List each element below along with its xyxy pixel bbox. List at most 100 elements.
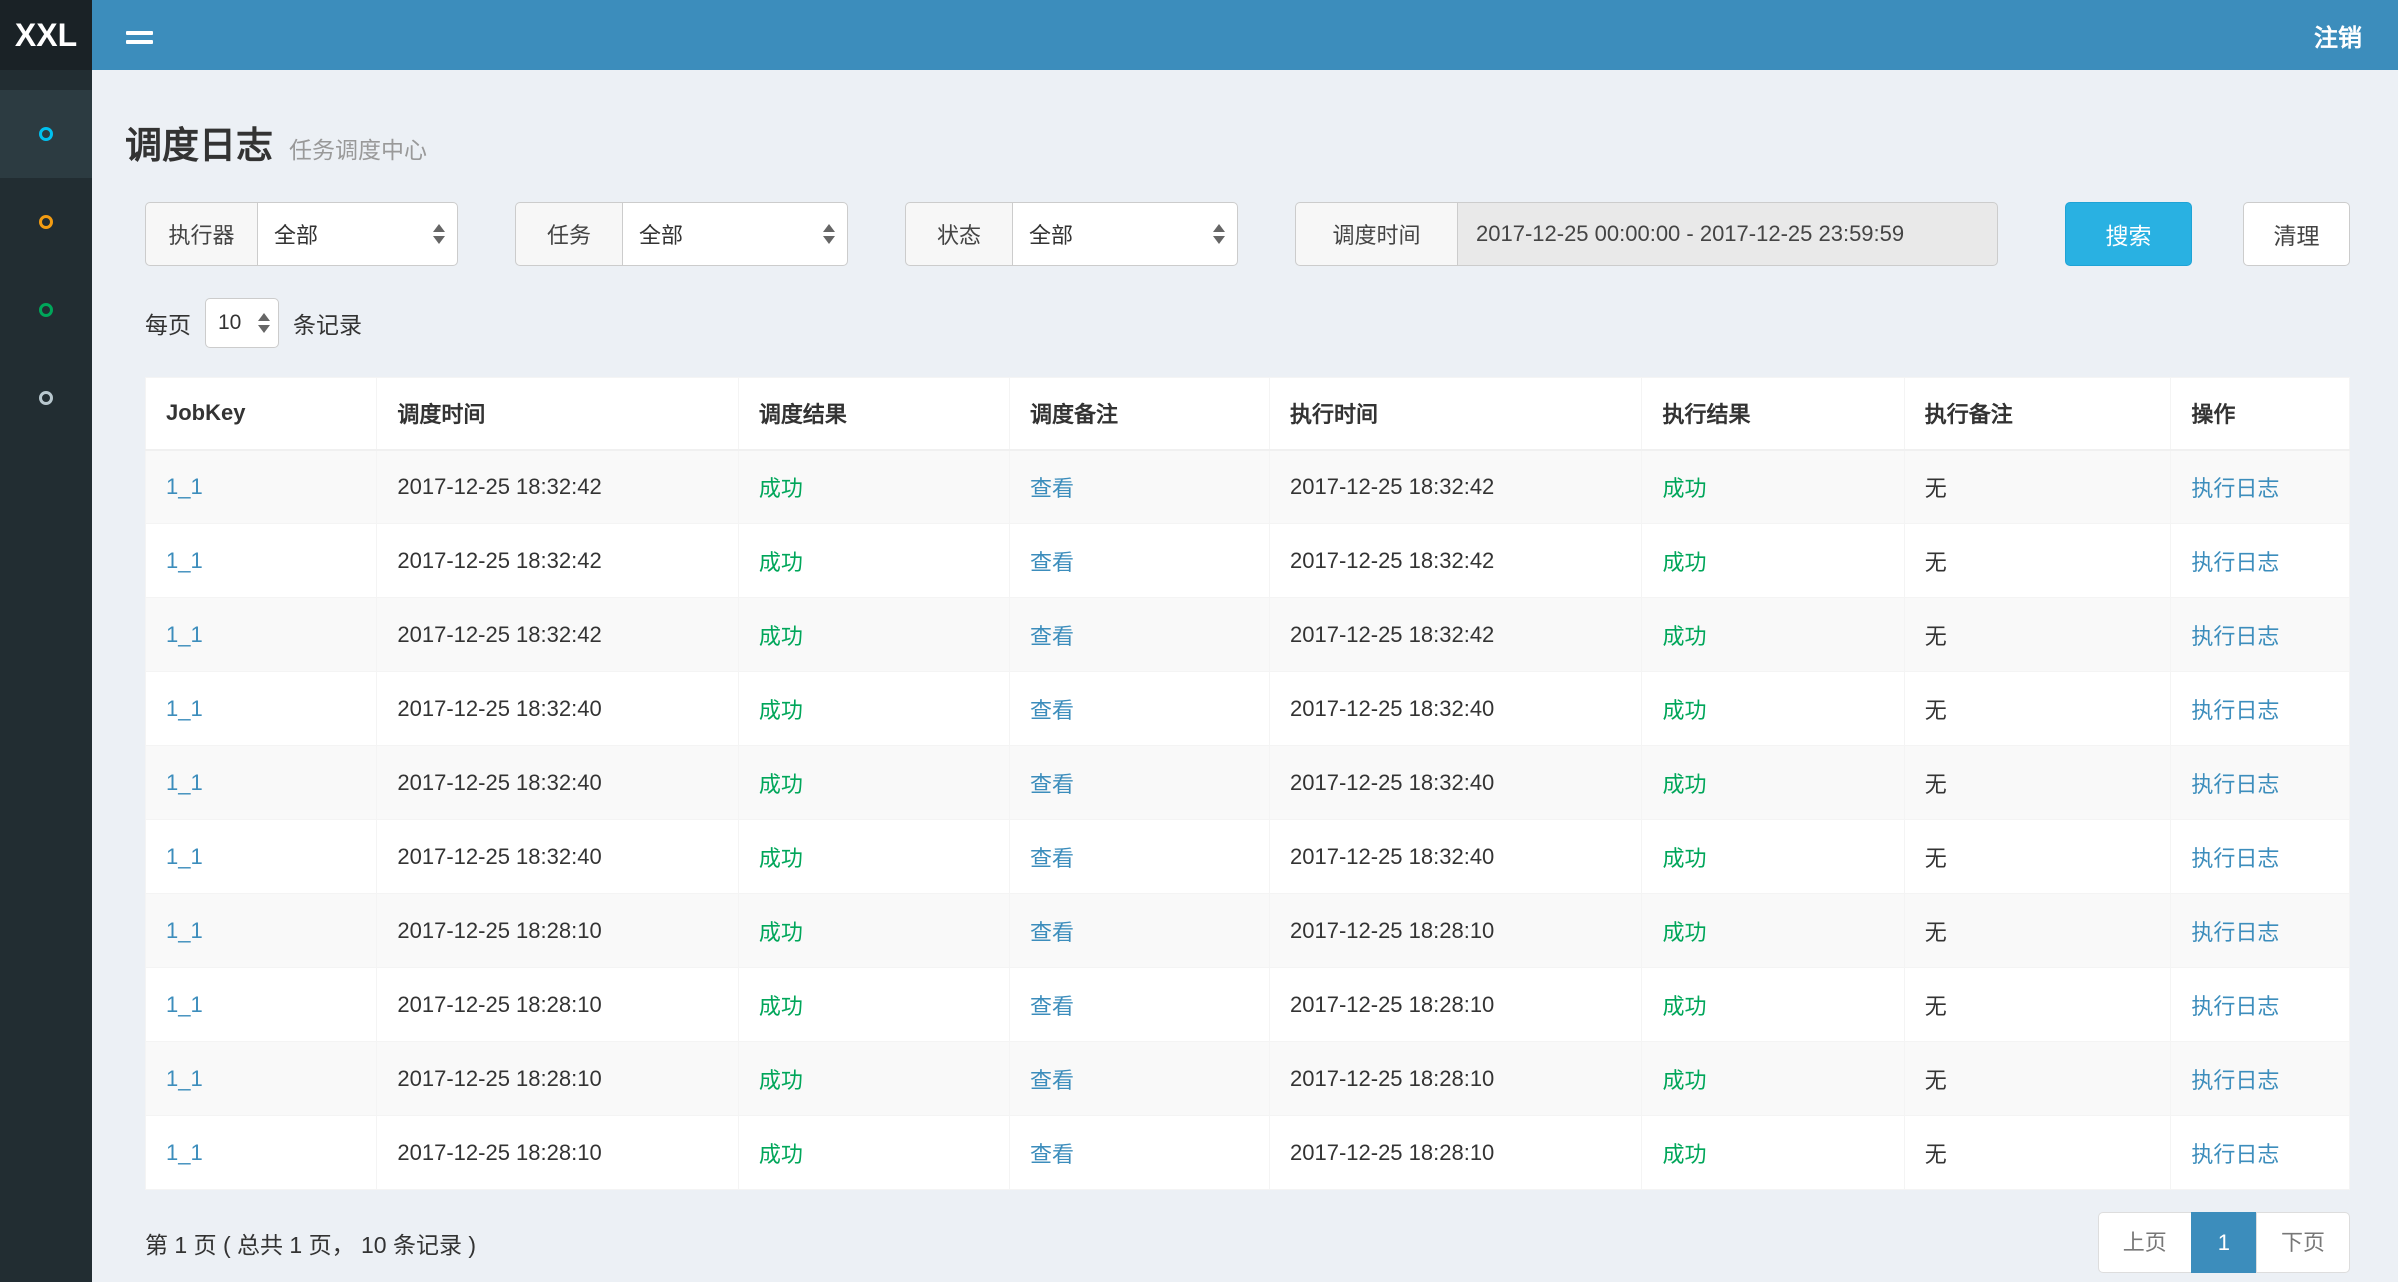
trigger-msg-cell: 查看 bbox=[1009, 820, 1269, 894]
executor-select-value: 全部 bbox=[274, 218, 318, 250]
exec-log-link[interactable]: 执行日志 bbox=[2191, 698, 2279, 723]
view-trigger-msg-link[interactable]: 查看 bbox=[1030, 772, 1074, 797]
top-navbar: XXL 注销 bbox=[0, 0, 2398, 70]
exec-log-link[interactable]: 执行日志 bbox=[2191, 920, 2279, 945]
hamburger-bar bbox=[126, 40, 153, 44]
main-content: 调度日志 任务调度中心 执行器 全部 任务 全部 状态 全部 调度 bbox=[92, 70, 2398, 1282]
table-header-row: JobKey调度时间调度结果调度备注执行时间执行结果执行备注操作 bbox=[146, 378, 2350, 450]
trigger-result-cell: 成功 bbox=[738, 450, 1009, 524]
sidebar-item-2[interactable] bbox=[0, 178, 92, 266]
jobkey-cell: 1_1 bbox=[146, 598, 377, 672]
table-row: 1_1 2017-12-25 18:28:10 成功 查看 2017-12-25… bbox=[146, 894, 2350, 968]
handle-time-cell: 2017-12-25 18:32:42 bbox=[1270, 450, 1642, 524]
view-trigger-msg-link[interactable]: 查看 bbox=[1030, 994, 1074, 1019]
trigger-time-cell: 2017-12-25 18:28:10 bbox=[377, 894, 738, 968]
table-row: 1_1 2017-12-25 18:32:40 成功 查看 2017-12-25… bbox=[146, 746, 2350, 820]
exec-log-link[interactable]: 执行日志 bbox=[2191, 476, 2279, 501]
page-header: 调度日志 任务调度中心 bbox=[125, 126, 2350, 166]
sidebar-item-4[interactable] bbox=[0, 354, 92, 442]
pagination: 上页 1 下页 bbox=[2098, 1212, 2350, 1273]
circle-outline-icon bbox=[39, 127, 53, 141]
trigger-result-cell: 成功 bbox=[738, 894, 1009, 968]
handle-result-cell: 成功 bbox=[1642, 450, 1904, 524]
sidebar-item-1[interactable] bbox=[0, 90, 92, 178]
trigger-result-cell: 成功 bbox=[738, 968, 1009, 1042]
sidebar-item-3[interactable] bbox=[0, 266, 92, 354]
action-cell: 执行日志 bbox=[2171, 672, 2350, 746]
exec-log-link[interactable]: 执行日志 bbox=[2191, 772, 2279, 797]
exec-log-link[interactable]: 执行日志 bbox=[2191, 1142, 2279, 1167]
view-trigger-msg-link[interactable]: 查看 bbox=[1030, 846, 1074, 871]
exec-log-link[interactable]: 执行日志 bbox=[2191, 624, 2279, 649]
handle-result-cell: 成功 bbox=[1642, 1042, 1904, 1116]
prev-page-button[interactable]: 上页 bbox=[2098, 1212, 2192, 1273]
column-header-2: 调度时间 bbox=[377, 378, 738, 450]
handle-msg-cell: 无 bbox=[1904, 450, 2171, 524]
handle-result-cell: 成功 bbox=[1642, 746, 1904, 820]
column-header-6: 执行结果 bbox=[1642, 378, 1904, 450]
jobkey-cell: 1_1 bbox=[146, 524, 377, 598]
search-button[interactable]: 搜索 bbox=[2065, 202, 2192, 266]
status-select[interactable]: 全部 bbox=[1012, 202, 1238, 266]
view-trigger-msg-link[interactable]: 查看 bbox=[1030, 476, 1074, 501]
jobkey-link[interactable]: 1_1 bbox=[166, 622, 203, 647]
view-trigger-msg-link[interactable]: 查看 bbox=[1030, 920, 1074, 945]
handle-time-cell: 2017-12-25 18:32:42 bbox=[1270, 524, 1642, 598]
job-select[interactable]: 全部 bbox=[622, 202, 848, 266]
jobkey-link[interactable]: 1_1 bbox=[166, 474, 203, 499]
exec-log-link[interactable]: 执行日志 bbox=[2191, 550, 2279, 575]
exec-log-link[interactable]: 执行日志 bbox=[2191, 846, 2279, 871]
jobkey-link[interactable]: 1_1 bbox=[166, 992, 203, 1017]
jobkey-link[interactable]: 1_1 bbox=[166, 696, 203, 721]
jobkey-cell: 1_1 bbox=[146, 1042, 377, 1116]
jobkey-link[interactable]: 1_1 bbox=[166, 918, 203, 943]
handle-time-cell: 2017-12-25 18:32:42 bbox=[1270, 598, 1642, 672]
time-range-input[interactable]: 2017-12-25 00:00:00 - 2017-12-25 23:59:5… bbox=[1457, 202, 1998, 266]
view-trigger-msg-link[interactable]: 查看 bbox=[1030, 550, 1074, 575]
jobkey-link[interactable]: 1_1 bbox=[166, 548, 203, 573]
select-arrows-icon bbox=[258, 313, 270, 333]
jobkey-link[interactable]: 1_1 bbox=[166, 770, 203, 795]
executor-filter-group: 执行器 全部 bbox=[145, 202, 458, 266]
status-select-value: 全部 bbox=[1029, 218, 1073, 250]
trigger-msg-cell: 查看 bbox=[1009, 598, 1269, 672]
jobkey-link[interactable]: 1_1 bbox=[166, 1066, 203, 1091]
next-page-button[interactable]: 下页 bbox=[2256, 1212, 2350, 1273]
table-row: 1_1 2017-12-25 18:28:10 成功 查看 2017-12-25… bbox=[146, 1042, 2350, 1116]
circle-outline-icon bbox=[39, 391, 53, 405]
view-trigger-msg-link[interactable]: 查看 bbox=[1030, 1068, 1074, 1093]
handle-msg-cell: 无 bbox=[1904, 672, 2171, 746]
view-trigger-msg-link[interactable]: 查看 bbox=[1030, 1142, 1074, 1167]
app-logo[interactable]: XXL bbox=[0, 0, 92, 70]
action-cell: 执行日志 bbox=[2171, 1042, 2350, 1116]
job-filter-group: 任务 全部 bbox=[515, 202, 848, 266]
trigger-result-cell: 成功 bbox=[738, 524, 1009, 598]
exec-log-link[interactable]: 执行日志 bbox=[2191, 994, 2279, 1019]
column-header-4: 调度备注 bbox=[1009, 378, 1269, 450]
trigger-result-cell: 成功 bbox=[738, 820, 1009, 894]
executor-filter-label: 执行器 bbox=[145, 202, 257, 266]
page-size-select[interactable]: 10 bbox=[205, 298, 279, 348]
jobkey-cell: 1_1 bbox=[146, 820, 377, 894]
circle-outline-icon bbox=[39, 303, 53, 317]
executor-select[interactable]: 全部 bbox=[257, 202, 458, 266]
table-row: 1_1 2017-12-25 18:32:40 成功 查看 2017-12-25… bbox=[146, 672, 2350, 746]
logout-link[interactable]: 注销 bbox=[2314, 18, 2362, 53]
table-row: 1_1 2017-12-25 18:32:40 成功 查看 2017-12-25… bbox=[146, 820, 2350, 894]
select-arrows-icon bbox=[823, 224, 835, 244]
view-trigger-msg-link[interactable]: 查看 bbox=[1030, 698, 1074, 723]
column-header-5: 执行时间 bbox=[1270, 378, 1642, 450]
sidebar-toggle-button[interactable] bbox=[122, 20, 157, 50]
action-cell: 执行日志 bbox=[2171, 820, 2350, 894]
handle-msg-cell: 无 bbox=[1904, 968, 2171, 1042]
view-trigger-msg-link[interactable]: 查看 bbox=[1030, 624, 1074, 649]
current-page-button[interactable]: 1 bbox=[2191, 1212, 2257, 1273]
trigger-result-cell: 成功 bbox=[738, 1116, 1009, 1190]
jobkey-link[interactable]: 1_1 bbox=[166, 1140, 203, 1165]
handle-time-cell: 2017-12-25 18:32:40 bbox=[1270, 672, 1642, 746]
trigger-time-cell: 2017-12-25 18:32:42 bbox=[377, 598, 738, 672]
clear-button[interactable]: 清理 bbox=[2243, 202, 2350, 266]
exec-log-link[interactable]: 执行日志 bbox=[2191, 1068, 2279, 1093]
trigger-time-cell: 2017-12-25 18:32:42 bbox=[377, 524, 738, 598]
jobkey-link[interactable]: 1_1 bbox=[166, 844, 203, 869]
